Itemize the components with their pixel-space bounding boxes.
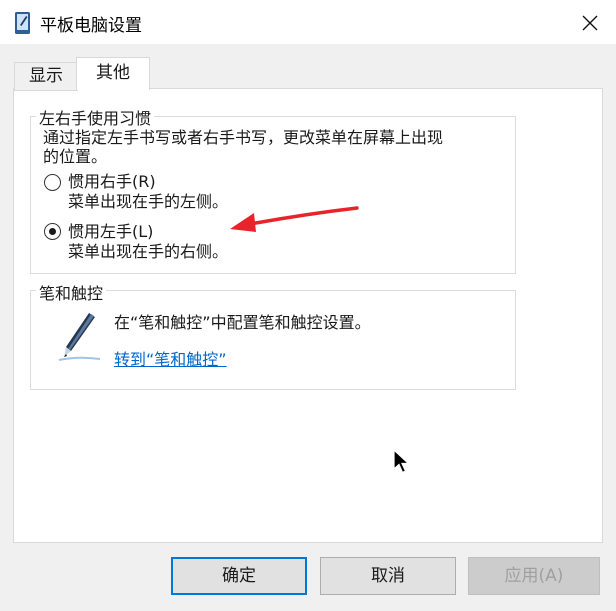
tab-other[interactable]: 其他 bbox=[76, 57, 150, 90]
mouse-cursor-icon bbox=[393, 449, 411, 474]
handedness-legend: 左右手使用习惯 bbox=[36, 105, 155, 129]
window-title: 平板电脑设置 bbox=[40, 16, 142, 36]
apply-button[interactable]: 应用(A) bbox=[468, 557, 600, 595]
left-handed-radio[interactable] bbox=[44, 223, 61, 240]
tab-display[interactable]: 显示 bbox=[14, 62, 78, 91]
ok-button[interactable]: 确定 bbox=[171, 557, 307, 595]
tablet-app-icon bbox=[15, 12, 30, 34]
pen-touch-description: 在“笔和触控”中配置笔和触控设置。 bbox=[114, 313, 371, 332]
right-handed-radio[interactable] bbox=[44, 174, 61, 191]
left-handed-label[interactable]: 惯用左手(L) bbox=[68, 222, 153, 242]
pen-touch-link[interactable]: 转到“笔和触控” bbox=[114, 350, 227, 370]
pen-icon bbox=[58, 313, 101, 361]
cancel-button[interactable]: 取消 bbox=[320, 557, 456, 595]
left-handed-description: 菜单出现在手的右侧。 bbox=[68, 242, 229, 261]
handedness-description-line1: 通过指定左手书写或者右手书写，更改菜单在屏幕上出现 bbox=[43, 128, 444, 147]
radio-selected-dot bbox=[48, 227, 56, 235]
right-handed-description: 菜单出现在手的左侧。 bbox=[68, 192, 229, 211]
pen-touch-legend: 笔和触控 bbox=[36, 280, 107, 304]
annotation-arrow bbox=[230, 206, 359, 232]
close-icon[interactable] bbox=[578, 11, 602, 35]
handedness-description-line2: 的位置。 bbox=[43, 147, 108, 166]
right-handed-label[interactable]: 惯用右手(R) bbox=[68, 172, 156, 192]
